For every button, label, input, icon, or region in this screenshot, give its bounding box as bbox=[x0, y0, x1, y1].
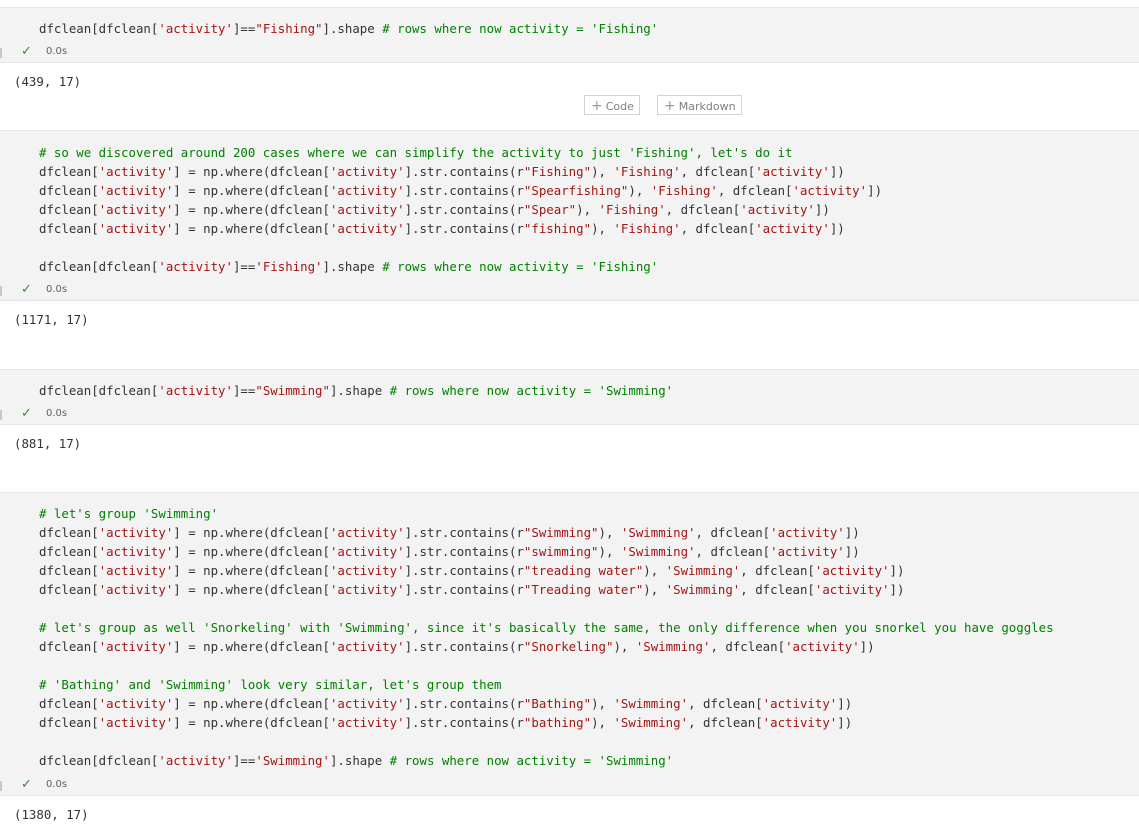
cell-source[interactable]: dfclean[dfclean['activity']=="Fishing"].… bbox=[39, 19, 658, 38]
cell-output: (881, 17) bbox=[14, 436, 82, 451]
add-markdown-button[interactable]: + Markdown bbox=[657, 95, 742, 115]
cell-output: (1171, 17) bbox=[14, 312, 89, 327]
check-icon: ✓ bbox=[21, 44, 32, 59]
code-line[interactable]: dfclean['activity'] = np.where(dfclean['… bbox=[39, 181, 882, 200]
code-line[interactable]: dfclean['activity'] = np.where(dfclean['… bbox=[39, 637, 1054, 656]
code-line[interactable]: # so we discovered around 200 cases wher… bbox=[39, 143, 882, 162]
code-line[interactable]: dfclean['activity'] = np.where(dfclean['… bbox=[39, 162, 882, 181]
code-line[interactable]: dfclean['activity'] = np.where(dfclean['… bbox=[39, 542, 1054, 561]
code-cell[interactable]: # so we discovered around 200 cases wher… bbox=[0, 130, 1139, 301]
add-code-label: Code bbox=[605, 100, 634, 113]
cell-status: ✓ 0.0s bbox=[0, 282, 120, 298]
execution-time: 0.0s bbox=[46, 408, 68, 419]
code-line[interactable]: dfclean[dfclean['activity']=='Fishing'].… bbox=[39, 257, 882, 276]
cell-gutter bbox=[0, 48, 2, 58]
plus-icon: + bbox=[664, 98, 676, 114]
code-cell[interactable]: # let's group 'Swimming' dfclean['activit… bbox=[0, 492, 1139, 796]
check-icon: ✓ bbox=[21, 282, 32, 297]
check-icon: ✓ bbox=[21, 777, 32, 792]
code-line[interactable] bbox=[39, 656, 1054, 675]
cell-source[interactable]: # let's group 'Swimming' dfclean['activit… bbox=[39, 504, 1054, 770]
execution-time: 0.0s bbox=[46, 46, 68, 57]
code-line[interactable]: dfclean['activity'] = np.where(dfclean['… bbox=[39, 580, 1054, 599]
check-icon: ✓ bbox=[21, 406, 32, 421]
cell-status: ✓ 0.0s bbox=[0, 44, 120, 60]
cell-output: (1380, 17) bbox=[14, 807, 89, 822]
cell-gutter bbox=[0, 286, 2, 296]
cell-status: ✓ 0.0s bbox=[0, 406, 120, 422]
code-line[interactable] bbox=[39, 238, 882, 257]
code-line[interactable] bbox=[39, 732, 1054, 751]
plus-icon: + bbox=[591, 98, 603, 114]
cell-source[interactable]: dfclean[dfclean['activity']=="Swimming"]… bbox=[39, 381, 673, 400]
code-line[interactable]: dfclean['activity'] = np.where(dfclean['… bbox=[39, 219, 882, 238]
cell-gutter bbox=[0, 410, 2, 420]
code-line[interactable]: # 'Bathing' and 'Swimming' look very sim… bbox=[39, 675, 1054, 694]
cell-gutter bbox=[0, 781, 2, 791]
execution-time: 0.0s bbox=[46, 779, 68, 790]
add-code-button[interactable]: + Code bbox=[584, 95, 640, 115]
code-line[interactable]: dfclean['activity'] = np.where(dfclean['… bbox=[39, 523, 1054, 542]
code-line[interactable]: dfclean[dfclean['activity']=="Fishing"].… bbox=[39, 19, 658, 38]
code-line[interactable]: dfclean['activity'] = np.where(dfclean['… bbox=[39, 694, 1054, 713]
code-line[interactable]: dfclean['activity'] = np.where(dfclean['… bbox=[39, 713, 1054, 732]
code-cell[interactable]: dfclean[dfclean['activity']=="Swimming"]… bbox=[0, 369, 1139, 425]
code-line[interactable]: # let's group 'Swimming' bbox=[39, 504, 1054, 523]
cell-source[interactable]: # so we discovered around 200 cases wher… bbox=[39, 143, 882, 276]
code-line[interactable] bbox=[39, 599, 1054, 618]
cell-output: (439, 17) bbox=[14, 74, 82, 89]
add-markdown-label: Markdown bbox=[678, 100, 736, 113]
code-line[interactable]: dfclean['activity'] = np.where(dfclean['… bbox=[39, 200, 882, 219]
code-line[interactable]: dfclean[dfclean['activity']=="Swimming"]… bbox=[39, 381, 673, 400]
code-cell[interactable]: dfclean[dfclean['activity']=="Fishing"].… bbox=[0, 7, 1139, 63]
code-line[interactable]: dfclean['activity'] = np.where(dfclean['… bbox=[39, 561, 1054, 580]
code-line[interactable]: # let's group as well 'Snorkeling' with … bbox=[39, 618, 1054, 637]
code-line[interactable]: dfclean[dfclean['activity']=='Swimming']… bbox=[39, 751, 1054, 770]
cell-status: ✓ 0.0s bbox=[0, 777, 120, 793]
execution-time: 0.0s bbox=[46, 284, 68, 295]
